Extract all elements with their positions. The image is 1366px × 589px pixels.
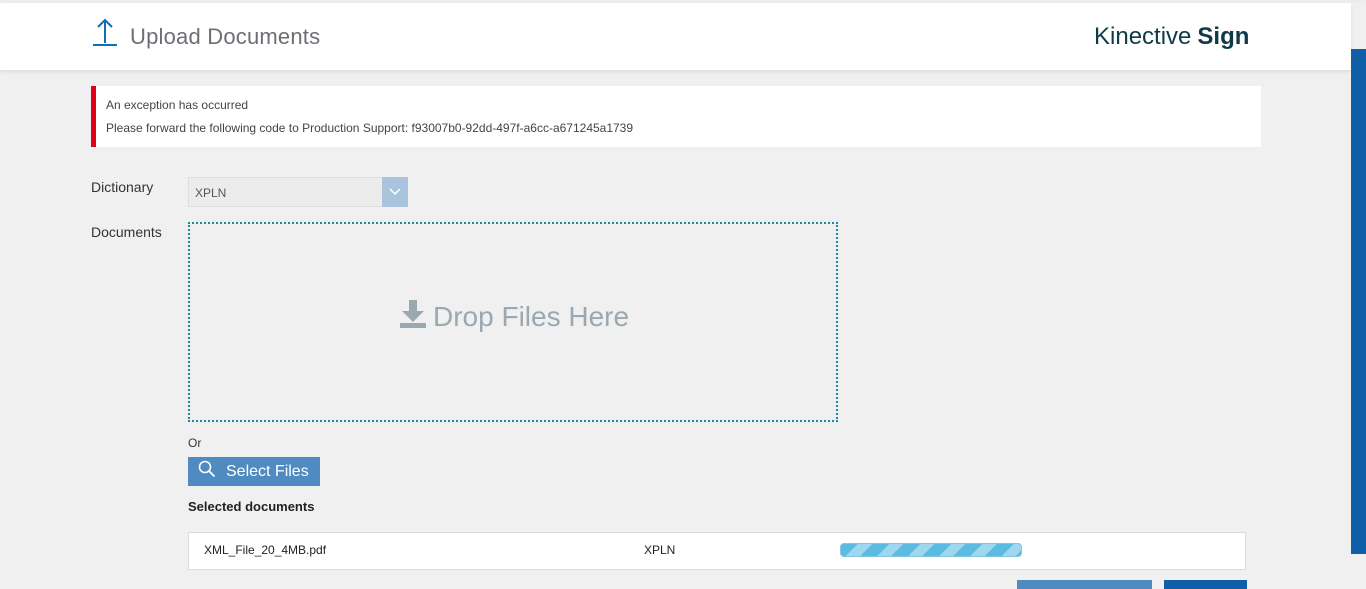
documents-label: Documents: [91, 224, 162, 240]
table-row: XML_File_20_4MB.pdf XPLN: [188, 532, 1246, 570]
search-icon: [198, 460, 216, 483]
vertical-scrollbar[interactable]: [1351, 49, 1366, 554]
file-name: XML_File_20_4MB.pdf: [204, 543, 327, 557]
file-dictionary: XPLN: [644, 543, 676, 557]
upload-button[interactable]: [1017, 580, 1152, 589]
or-text: Or: [188, 436, 202, 450]
error-alert: An exception has occurred Please forward…: [91, 86, 1261, 147]
drop-files-text: Drop Files Here: [433, 300, 630, 332]
dictionary-label: Dictionary: [91, 179, 154, 195]
select-files-button[interactable]: Select Files: [188, 457, 320, 486]
upload-arrow-icon: [92, 17, 118, 49]
selected-documents-heading: Selected documents: [188, 499, 315, 514]
dictionary-select-value: XPLN: [195, 186, 227, 200]
brand-name-bold: Sign: [1197, 23, 1250, 50]
page-header: Upload Documents Kinective Sign: [0, 3, 1351, 70]
page-title: Upload Documents: [130, 24, 321, 49]
alert-title: An exception has occurred: [106, 98, 249, 112]
select-files-label: Select Files: [226, 462, 309, 480]
cancel-button[interactable]: [1164, 580, 1247, 589]
file-drop-zone[interactable]: Drop Files Here: [188, 222, 838, 422]
alert-message: Please forward the following code to Pro…: [106, 121, 634, 135]
brand-logo: Kinective Sign: [1094, 23, 1249, 51]
dictionary-select[interactable]: XPLN: [188, 177, 408, 207]
download-icon: [399, 299, 427, 334]
drop-hint: Drop Files Here: [399, 299, 629, 334]
upload-progress-bar: [840, 543, 1022, 557]
brand-name-light: Kinective: [1094, 23, 1192, 50]
chevron-down-icon[interactable]: [382, 177, 408, 207]
